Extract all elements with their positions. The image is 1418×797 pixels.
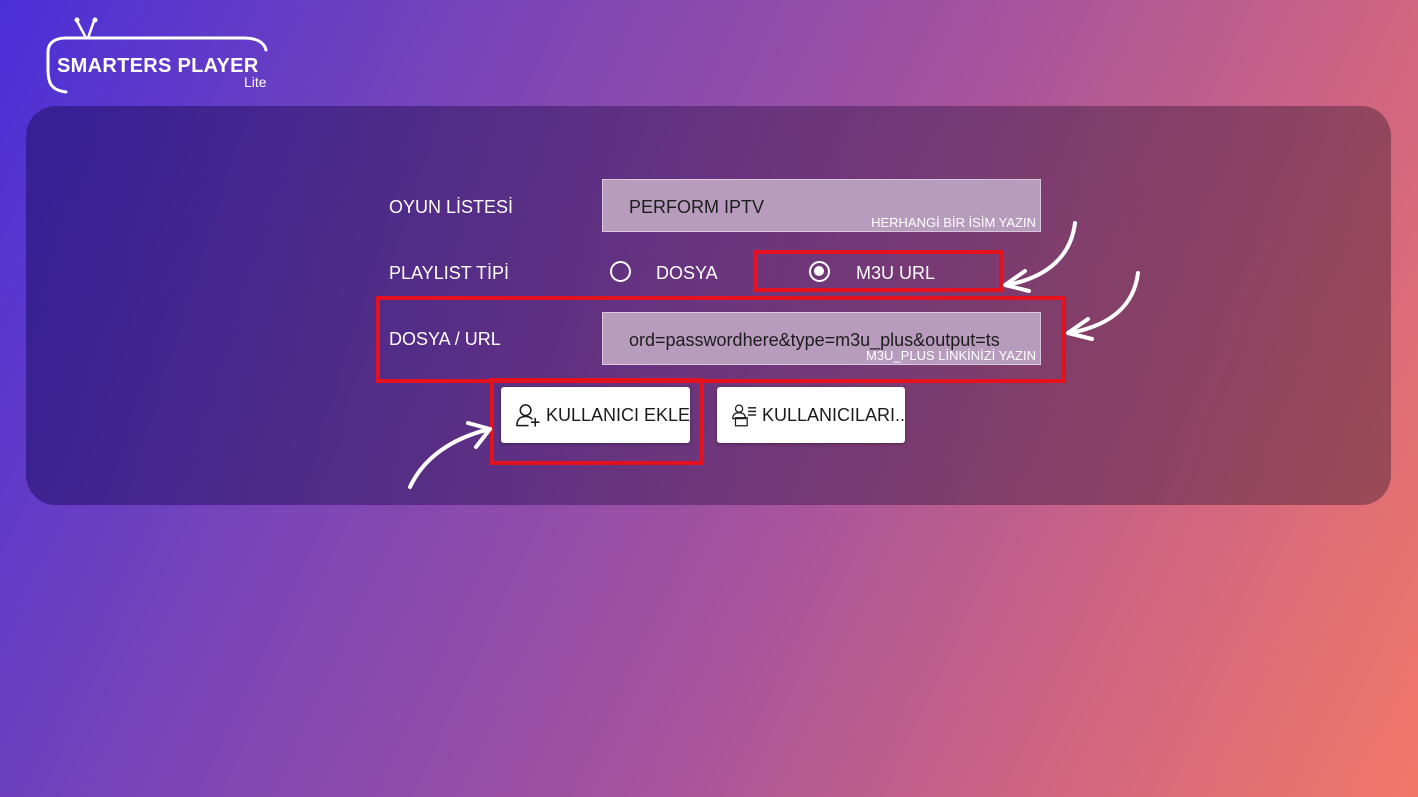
playlist-type-label: PLAYLIST TİPİ bbox=[389, 263, 510, 283]
radio-dosya[interactable] bbox=[610, 261, 631, 282]
logo-subtitle: Lite bbox=[244, 74, 267, 90]
arrow-to-add-user-icon bbox=[408, 421, 492, 489]
logo-title: SMARTERS PLAYER bbox=[57, 55, 259, 77]
app-logo: SMARTERS PLAYER Lite bbox=[44, 16, 284, 96]
playlist-name-input[interactable]: PERFORM IPTV HERHANGİ BİR İSİM YAZIN bbox=[602, 179, 1041, 232]
users-list-button[interactable]: KULLANICILARI.. bbox=[717, 387, 905, 443]
arrow-to-url-icon bbox=[1066, 271, 1140, 341]
highlight-url-row bbox=[376, 296, 1066, 383]
highlight-add-user-button bbox=[490, 378, 704, 465]
users-list-icon bbox=[732, 404, 757, 427]
highlight-m3u-option bbox=[754, 250, 1003, 292]
radio-dosya-label[interactable]: DOSYA bbox=[656, 263, 718, 284]
playlist-name-label: OYUN LİSTESİ bbox=[389, 197, 514, 217]
playlist-name-value: PERFORM IPTV bbox=[629, 197, 765, 217]
users-list-button-label: KULLANICILARI.. bbox=[761, 404, 905, 425]
